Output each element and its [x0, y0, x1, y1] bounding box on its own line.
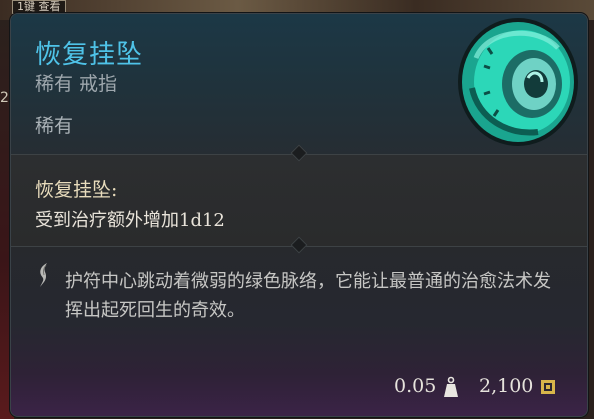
quill-icon	[40, 263, 47, 287]
weight-icon	[444, 376, 458, 397]
gold-coin-icon	[541, 380, 555, 394]
side-number: 2	[0, 90, 9, 106]
property-name: 恢复挂坠:	[35, 179, 118, 201]
keybind-hint: 1键 查看	[12, 0, 66, 14]
jade-ring-icon	[458, 18, 578, 146]
flavor-text: 护符中心跳动着微弱的绿色脉络，它能让最普通的治愈法术发挥出起死回生的奇效。	[65, 271, 551, 321]
item-category: 稀有 戒指	[35, 73, 118, 95]
item-weight: 0.05	[394, 375, 437, 397]
property-description: 受到治疗额外增加1d12	[35, 210, 225, 231]
item-value: 2,100	[479, 375, 534, 397]
item-rarity: 稀有	[35, 115, 74, 137]
item-name: 恢复挂坠	[35, 40, 144, 70]
